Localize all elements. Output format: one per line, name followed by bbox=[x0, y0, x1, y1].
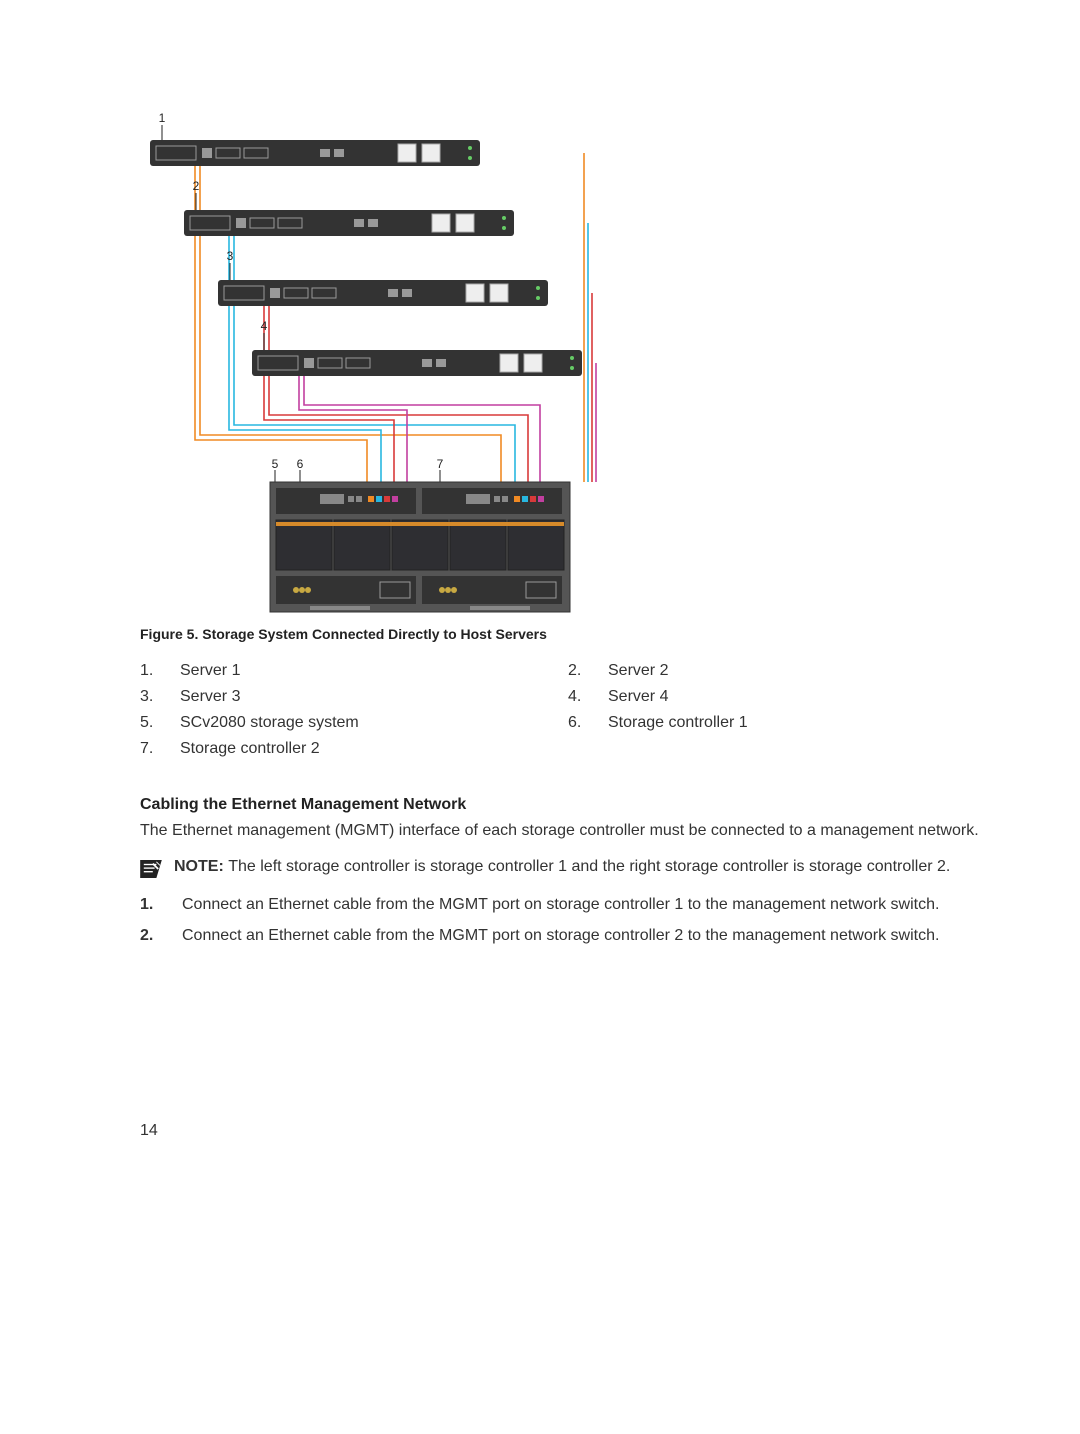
callout-6: 6 bbox=[297, 457, 304, 471]
section-heading: Cabling the Ethernet Management Network bbox=[140, 796, 980, 814]
legend-num: 5. bbox=[140, 714, 164, 732]
callout-7: 7 bbox=[437, 457, 444, 471]
legend-text: Storage controller 2 bbox=[180, 740, 552, 758]
callout-3: 3 bbox=[227, 249, 234, 263]
legend-text: Server 2 bbox=[608, 662, 980, 680]
legend-text: Server 4 bbox=[608, 688, 980, 706]
callout-2: 2 bbox=[193, 179, 200, 193]
figure-caption: Figure 5. Storage System Connected Direc… bbox=[140, 626, 610, 642]
figure-container: 1 2 bbox=[140, 110, 610, 642]
legend-text: Server 3 bbox=[180, 688, 552, 706]
callout-5: 5 bbox=[272, 457, 279, 471]
step-item: Connect an Ethernet cable from the MGMT … bbox=[140, 894, 980, 916]
callout-1: 1 bbox=[159, 111, 166, 125]
note-icon bbox=[140, 860, 162, 878]
figure-legend: 1. Server 1 2. Server 2 3. Server 3 4. S… bbox=[140, 662, 980, 758]
steps-list: Connect an Ethernet cable from the MGMT … bbox=[140, 894, 980, 947]
legend-num: 6. bbox=[568, 714, 592, 732]
legend-num: 7. bbox=[140, 740, 164, 758]
note-label: NOTE: bbox=[174, 858, 228, 875]
legend-num: 2. bbox=[568, 662, 592, 680]
legend-text: SCv2080 storage system bbox=[180, 714, 552, 732]
legend-text: Server 1 bbox=[180, 662, 552, 680]
callout-4: 4 bbox=[261, 319, 268, 333]
note-body: The left storage controller is storage c… bbox=[228, 858, 950, 875]
page-number: 14 bbox=[140, 1122, 158, 1140]
note-text: NOTE: The left storage controller is sto… bbox=[174, 856, 950, 878]
legend-num: 1. bbox=[140, 662, 164, 680]
step-item: Connect an Ethernet cable from the MGMT … bbox=[140, 925, 980, 947]
connection-diagram: 1 2 bbox=[140, 110, 610, 620]
section-intro: The Ethernet management (MGMT) interface… bbox=[140, 820, 980, 842]
legend-text: Storage controller 1 bbox=[608, 714, 980, 732]
note-block: NOTE: The left storage controller is sto… bbox=[140, 856, 980, 878]
legend-num: 3. bbox=[140, 688, 164, 706]
legend-num: 4. bbox=[568, 688, 592, 706]
